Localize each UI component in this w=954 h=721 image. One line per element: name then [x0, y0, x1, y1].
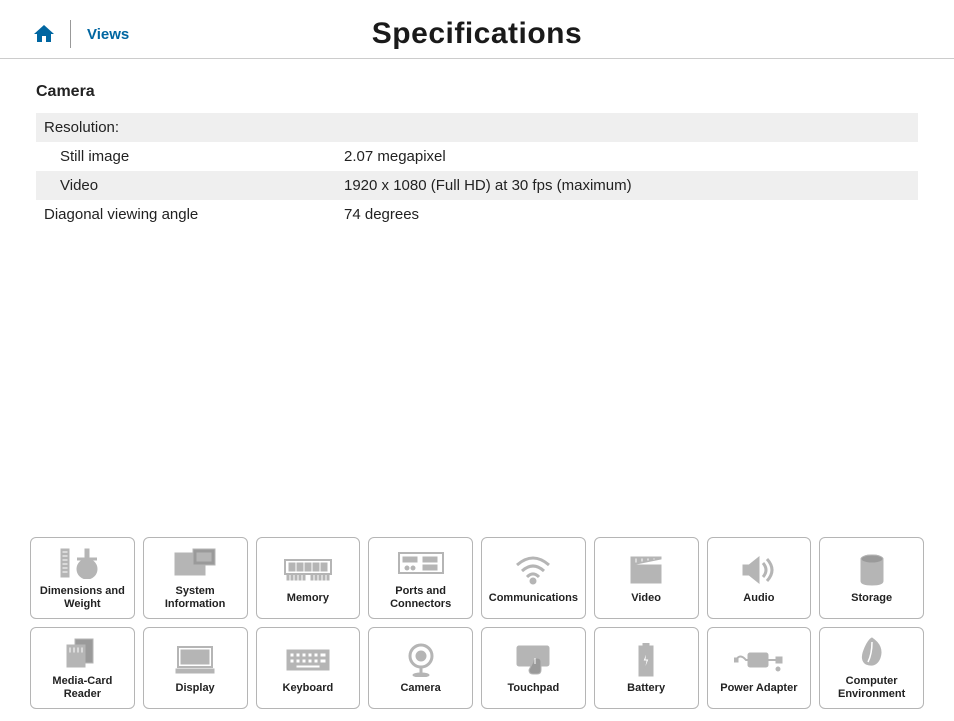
nav-tile-power-adapter[interactable]: Power Adapter: [707, 627, 812, 709]
adapter-icon: [734, 642, 784, 678]
page-title: Specifications: [372, 17, 582, 51]
sysinfo-icon: [170, 545, 220, 581]
nav-tile-label: Keyboard: [283, 682, 334, 695]
spec-row: Diagonal viewing angle74 degrees: [36, 200, 918, 229]
video-icon: [621, 552, 671, 588]
nav-row-1: Dimensions and Weight System Information M…: [30, 537, 924, 619]
views-link[interactable]: Views: [87, 26, 129, 43]
nav-tile-label: Battery: [627, 682, 665, 695]
nav-tile-label: Communications: [489, 592, 578, 605]
touchpad-icon: [508, 642, 558, 678]
nav-tile-system-information[interactable]: System Information: [143, 537, 248, 619]
spec-label: Video: [44, 177, 344, 194]
nav-tile-keyboard[interactable]: Keyboard: [256, 627, 361, 709]
environment-icon: [847, 635, 897, 671]
section-title: Camera: [36, 83, 918, 101]
nav-tile-label: Audio: [743, 592, 774, 605]
memory-icon: [283, 552, 333, 588]
nav-tile-computer-environment[interactable]: Computer Environment: [819, 627, 924, 709]
nav-tile-label: Storage: [851, 592, 892, 605]
spec-value: [344, 119, 910, 136]
nav-row-2: Media-Card Reader Display Keyboard Camera To…: [30, 627, 924, 709]
nav-tile-media-card-reader[interactable]: Media-Card Reader: [30, 627, 135, 709]
spec-value: 1920 x 1080 (Full HD) at 30 fps (maximum…: [344, 177, 910, 194]
nav-grid: Dimensions and Weight System Information M…: [30, 537, 924, 709]
camera-icon: [396, 642, 446, 678]
content: Camera Resolution: Still image2.07 megapi…: [0, 59, 954, 229]
keyboard-icon: [283, 642, 333, 678]
nav-tile-audio[interactable]: Audio: [707, 537, 812, 619]
spec-row: Resolution:: [36, 113, 918, 142]
nav-tile-camera[interactable]: Camera: [368, 627, 473, 709]
home-icon[interactable]: [30, 22, 58, 46]
battery-icon: [621, 642, 671, 678]
nav-tile-memory[interactable]: Memory: [256, 537, 361, 619]
nav-tile-storage[interactable]: Storage: [819, 537, 924, 619]
audio-icon: [734, 552, 784, 588]
header-divider: [70, 20, 71, 48]
spec-row: Video1920 x 1080 (Full HD) at 30 fps (ma…: [36, 171, 918, 200]
nav-tile-battery[interactable]: Battery: [594, 627, 699, 709]
nav-tile-label: Touchpad: [508, 682, 560, 695]
spec-value: 74 degrees: [344, 206, 910, 223]
nav-tile-label: Display: [176, 682, 215, 695]
nav-tile-dimensions-weight[interactable]: Dimensions and Weight: [30, 537, 135, 619]
ports-icon: [396, 545, 446, 581]
dimensions-icon: [57, 545, 107, 581]
nav-tile-label: Media-Card Reader: [33, 675, 132, 700]
spec-table: Resolution:Still image2.07 megapixelVide…: [36, 113, 918, 229]
display-icon: [170, 642, 220, 678]
spec-label: Still image: [44, 148, 344, 165]
nav-tile-label: Camera: [400, 682, 440, 695]
nav-tile-label: Dimensions and Weight: [33, 585, 132, 610]
spec-row: Still image2.07 megapixel: [36, 142, 918, 171]
nav-tile-label: Memory: [287, 592, 329, 605]
mediacard-icon: [57, 635, 107, 671]
nav-tile-display[interactable]: Display: [143, 627, 248, 709]
nav-tile-communications[interactable]: Communications: [481, 537, 586, 619]
spec-value: 2.07 megapixel: [344, 148, 910, 165]
nav-tile-label: Power Adapter: [720, 682, 797, 695]
nav-tile-label: System Information: [146, 585, 245, 610]
spec-label: Resolution:: [44, 119, 344, 136]
nav-tile-ports-connectors[interactable]: Ports and Connectors: [368, 537, 473, 619]
nav-tile-touchpad[interactable]: Touchpad: [481, 627, 586, 709]
header: Views Specifications: [0, 0, 954, 59]
nav-tile-label: Computer Environment: [822, 675, 921, 700]
wifi-icon: [508, 552, 558, 588]
nav-tile-label: Ports and Connectors: [371, 585, 470, 610]
storage-icon: [847, 552, 897, 588]
nav-tile-label: Video: [631, 592, 661, 605]
nav-tile-video[interactable]: Video: [594, 537, 699, 619]
spec-label: Diagonal viewing angle: [44, 206, 344, 223]
